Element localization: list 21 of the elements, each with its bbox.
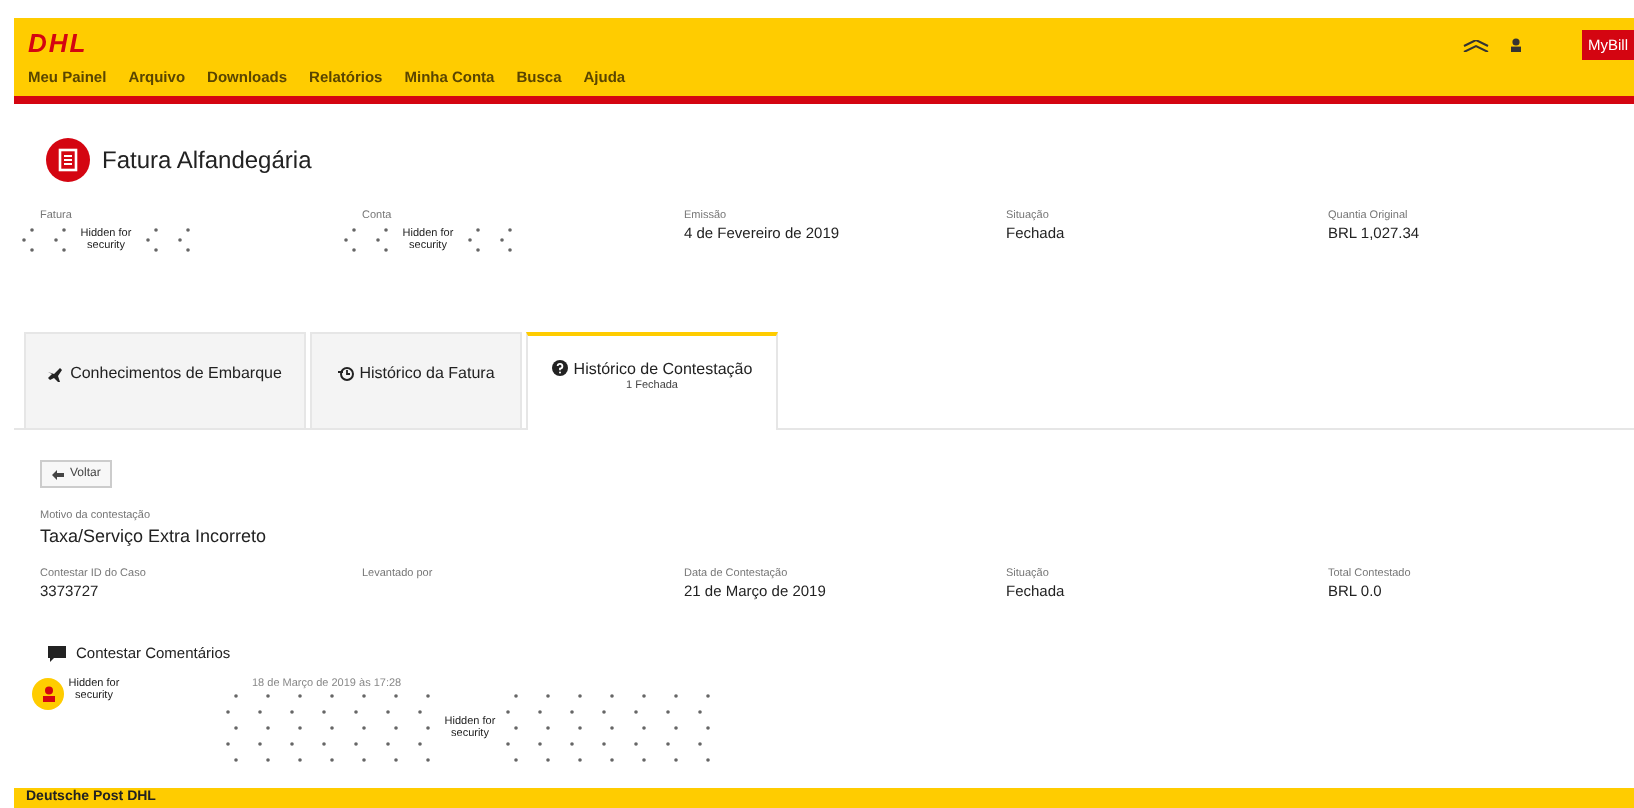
arrow-left-icon — [52, 469, 64, 479]
plane-icon — [48, 365, 65, 381]
document-icon — [46, 138, 90, 182]
reason-value: Taxa/Serviço Extra Incorreto — [40, 524, 269, 548]
user-icon[interactable] — [1510, 38, 1522, 52]
redaction-drawing — [338, 224, 394, 256]
page-title: Fatura Alfandegária — [102, 146, 312, 174]
wave-icon[interactable] — [1462, 39, 1490, 51]
redaction-drawing — [16, 224, 72, 256]
tab-label: Conhecimentos de Embarque — [70, 364, 282, 382]
redaction-drawing — [140, 224, 196, 256]
logo[interactable]: DHL — [28, 30, 88, 58]
question-icon — [551, 360, 568, 376]
tab[interactable]: Conhecimentos de Embarque — [24, 332, 306, 428]
avatar-icon — [32, 678, 64, 710]
history-icon — [337, 365, 354, 381]
tab-label: Histórico de Contestação — [573, 359, 753, 377]
redaction-drawing — [462, 224, 518, 256]
tab[interactable]: Histórico da Fatura — [310, 332, 522, 428]
comment-icon — [48, 645, 66, 661]
tab-label: Histórico da Fatura — [359, 364, 495, 382]
